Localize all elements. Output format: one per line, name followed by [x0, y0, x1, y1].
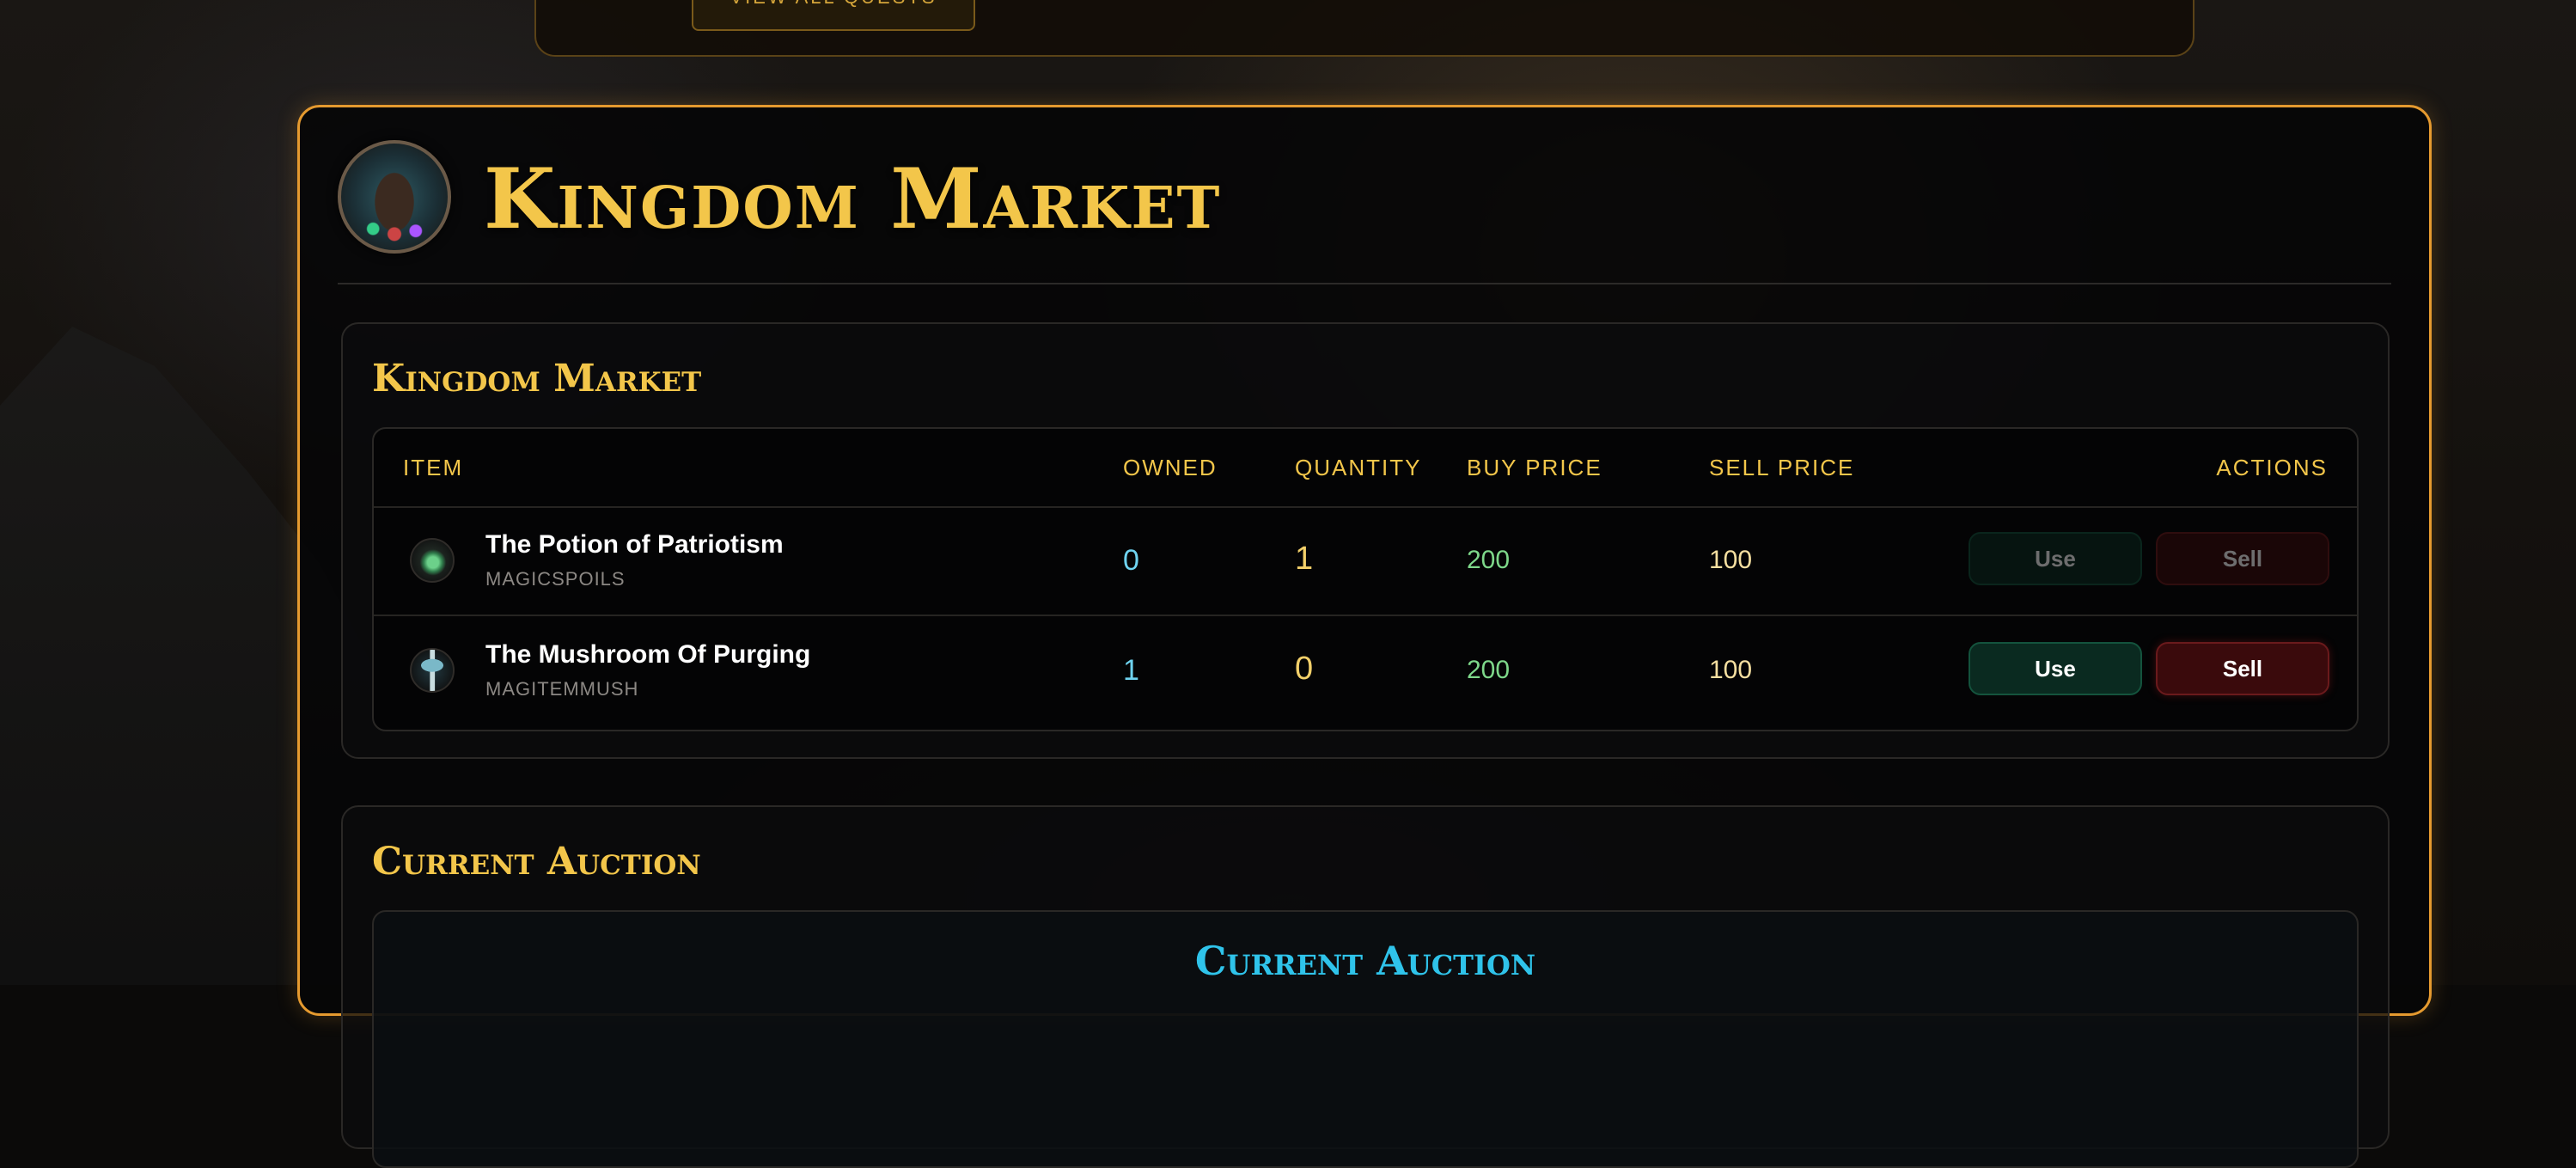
buy-price: 200 — [1467, 656, 1511, 684]
column-header-actions: ACTIONS — [2216, 455, 2328, 480]
owned-count: 1 — [1123, 654, 1139, 687]
table-header: ITEM OWNED QUANTITY BUY PRICE SELL PRICE… — [374, 429, 2357, 508]
column-header-owned: OWNED — [1123, 455, 1218, 480]
quantity-value: 1 — [1295, 541, 1314, 577]
column-header-sell-price: SELL PRICE — [1709, 455, 1855, 480]
use-button[interactable]: Use — [1969, 642, 2142, 695]
item-name: The Mushroom Of Purging — [485, 640, 811, 669]
kingdom-market-panel: Kingdom Market Kingdom Market ITEM OWNED… — [297, 105, 2432, 1168]
market-section-title: Kingdom Market — [372, 357, 702, 401]
item-name: The Potion of Patriotism — [485, 530, 784, 559]
market-table: ITEM OWNED QUANTITY BUY PRICE SELL PRICE… — [372, 427, 2359, 731]
auction-section: Current Auction Current Auction — [341, 805, 2390, 1168]
market-section: Kingdom Market ITEM OWNED QUANTITY BUY P… — [341, 322, 2390, 759]
column-header-quantity: QUANTITY — [1295, 455, 1422, 480]
quantity-value: 0 — [1295, 651, 1314, 687]
quests-card: VIEW ALL QUESTS — [534, 0, 2194, 57]
view-all-quests-button[interactable]: VIEW ALL QUESTS — [692, 0, 975, 31]
page-title: Kingdom Market — [484, 150, 1222, 248]
owned-count: 0 — [1123, 544, 1139, 577]
table-row: The Potion of Patriotism MAGICSPOILS 0 1… — [374, 506, 2357, 616]
merchant-avatar — [338, 140, 451, 254]
mushroom-icon — [410, 648, 455, 693]
item-code: MAGICSPOILS — [485, 568, 626, 590]
auction-panel-title: Current Auction — [1194, 938, 1536, 984]
buy-price: 200 — [1467, 546, 1511, 574]
sell-button[interactable]: Sell — [2156, 642, 2329, 695]
potion-icon — [410, 538, 455, 583]
auction-panel: Current Auction — [372, 910, 2359, 1168]
table-row: The Mushroom Of Purging MAGITEMMUSH 1 0 … — [374, 616, 2357, 725]
sell-price: 100 — [1709, 546, 1753, 574]
item-code: MAGITEMMUSH — [485, 678, 639, 700]
auction-section-title: Current Auction — [372, 840, 701, 884]
column-header-item: ITEM — [403, 455, 464, 480]
sell-price: 100 — [1709, 656, 1753, 684]
column-header-buy-price: BUY PRICE — [1467, 455, 1602, 480]
use-button[interactable]: Use — [1969, 532, 2142, 585]
sell-button[interactable]: Sell — [2156, 532, 2329, 585]
market-header: Kingdom Market — [338, 140, 2391, 284]
